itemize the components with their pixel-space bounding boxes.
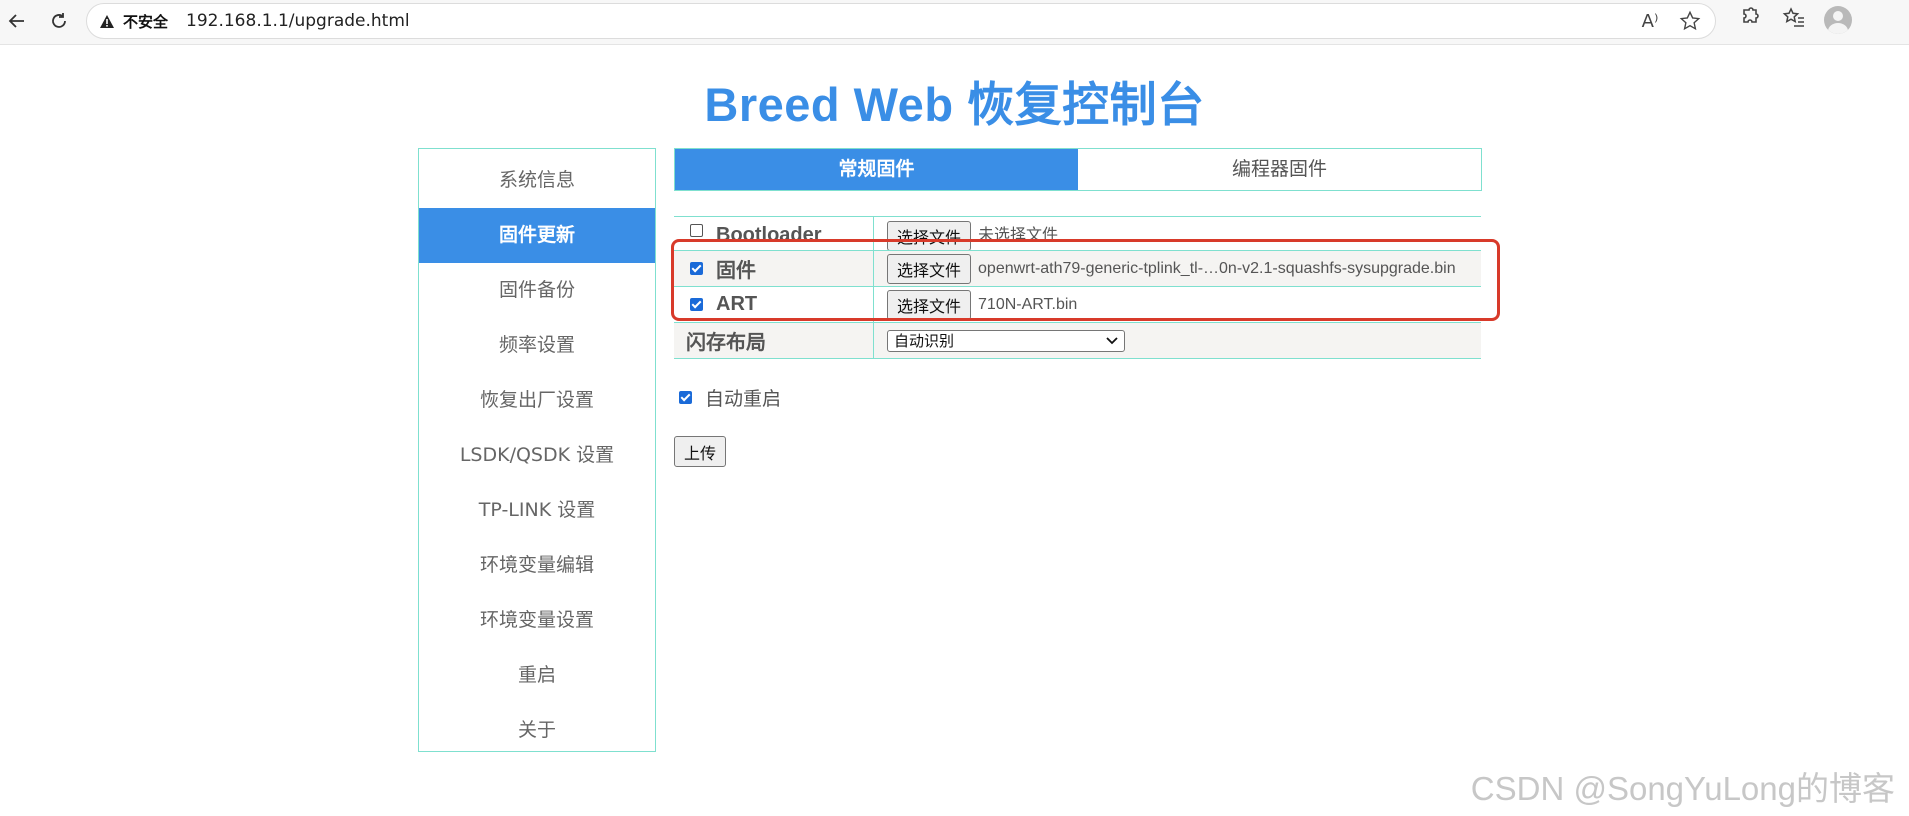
firmware-file-cell: 选择文件 openwrt-ath79-generic-tplink_tl-…0n… — [874, 251, 1481, 286]
upload-button[interactable]: 上传 — [674, 436, 727, 467]
favorite-star-icon[interactable] — [1677, 8, 1703, 34]
sidebar-item-system-info[interactable]: 系统信息 — [419, 153, 655, 208]
browser-toolbar: 不安全 192.168.1.1/upgrade.html A⁾ — [0, 0, 1909, 45]
url-text[interactable]: 192.168.1.1/upgrade.html — [186, 11, 410, 31]
puzzle-icon — [1743, 7, 1759, 23]
security-label[interactable]: 不安全 — [123, 11, 168, 32]
sidebar-menu: 系统信息 固件更新 固件备份 频率设置 恢复出厂设置 LSDK/QSDK 设置 … — [418, 148, 656, 752]
firmware-row: 固件 选择文件 openwrt-ath79-generic-tplink_tl-… — [674, 251, 1481, 287]
bootloader-label: Bootloader — [716, 224, 822, 246]
flash-layout-label: 闪存布局 — [674, 323, 874, 358]
firmware-label: 固件 — [716, 260, 756, 282]
chevron-down-icon — [1106, 336, 1118, 344]
warning-icon[interactable] — [99, 14, 115, 29]
firmware-file-name: openwrt-ath79-generic-tplink_tl-…0n-v2.1… — [978, 259, 1456, 277]
read-aloud-icon[interactable]: A⁾ — [1637, 8, 1663, 34]
profile-button[interactable] — [1824, 6, 1852, 34]
art-choose-file-button[interactable]: 选择文件 — [887, 289, 972, 320]
sidebar-item-frequency-settings[interactable]: 频率设置 — [419, 318, 655, 373]
bootloader-file-cell: 选择文件 未选择文件 — [874, 217, 1481, 250]
sidebar-item-env-settings[interactable]: 环境变量设置 — [419, 593, 655, 648]
firmware-tabs: 常规固件 编程器固件 — [674, 148, 1482, 191]
bootloader-choose-file-button[interactable]: 选择文件 — [887, 221, 972, 250]
reload-button[interactable] — [44, 6, 74, 36]
sidebar-item-lsdk-qsdk[interactable]: LSDK/QSDK 设置 — [419, 428, 655, 483]
flash-layout-select[interactable]: 自动识别 — [887, 329, 1125, 352]
auto-reboot-checkbox[interactable] — [679, 391, 692, 404]
extensions-button[interactable] — [1738, 6, 1762, 30]
watermark: CSDN @SongYuLong的博客 — [1470, 770, 1895, 807]
sidebar-item-factory-reset[interactable]: 恢复出厂设置 — [419, 373, 655, 428]
flash-layout-selected: 自动识别 — [894, 332, 955, 350]
art-file-cell: 选择文件 710N-ART.bin — [874, 287, 1481, 322]
art-checkbox[interactable] — [690, 298, 703, 311]
sidebar-item-firmware-backup[interactable]: 固件备份 — [419, 263, 655, 318]
art-label-cell: ART — [674, 287, 874, 322]
upload-form: Bootloader 选择文件 未选择文件 固件 选择文件 openwrt-at… — [674, 216, 1481, 359]
flash-layout-row: 闪存布局 自动识别 — [674, 323, 1481, 359]
tab-programmer-firmware[interactable]: 编程器固件 — [1078, 149, 1481, 190]
auto-reboot-option[interactable]: 自动重启 — [679, 384, 781, 411]
read-aloud-glyph: A⁾ — [1641, 10, 1659, 32]
back-button[interactable] — [2, 6, 32, 36]
bootloader-file-name: 未选择文件 — [978, 227, 1059, 244]
art-row: ART 选择文件 710N-ART.bin — [674, 287, 1481, 323]
flash-layout-cell: 自动识别 — [874, 323, 1481, 358]
tab-regular-firmware[interactable]: 常规固件 — [675, 149, 1078, 190]
favorites-button[interactable] — [1782, 6, 1806, 30]
auto-reboot-label: 自动重启 — [705, 388, 782, 410]
bootloader-label-cell: Bootloader — [674, 217, 874, 250]
firmware-choose-file-button[interactable]: 选择文件 — [887, 253, 972, 284]
back-arrow-icon — [8, 14, 24, 28]
avatar — [1824, 6, 1852, 34]
bootloader-row: Bootloader 选择文件 未选择文件 — [674, 216, 1481, 251]
firmware-label-cell: 固件 — [674, 251, 874, 286]
sidebar-item-firmware-update[interactable]: 固件更新 — [419, 208, 655, 263]
art-label: ART — [716, 293, 758, 315]
page-title: Breed Web 恢复控制台 — [704, 78, 1205, 131]
sidebar-item-tplink[interactable]: TP-LINK 设置 — [419, 483, 655, 538]
address-bar[interactable]: 不安全 192.168.1.1/upgrade.html A⁾ — [86, 3, 1716, 39]
firmware-checkbox[interactable] — [690, 262, 703, 275]
sidebar-item-reboot[interactable]: 重启 — [419, 648, 655, 703]
bootloader-checkbox[interactable] — [690, 224, 703, 237]
reload-icon — [52, 13, 66, 28]
sidebar-item-about[interactable]: 关于 — [419, 703, 655, 758]
art-file-name: 710N-ART.bin — [978, 295, 1078, 313]
favorites-list-icon — [1782, 7, 1804, 27]
sidebar-item-env-edit[interactable]: 环境变量编辑 — [419, 538, 655, 593]
